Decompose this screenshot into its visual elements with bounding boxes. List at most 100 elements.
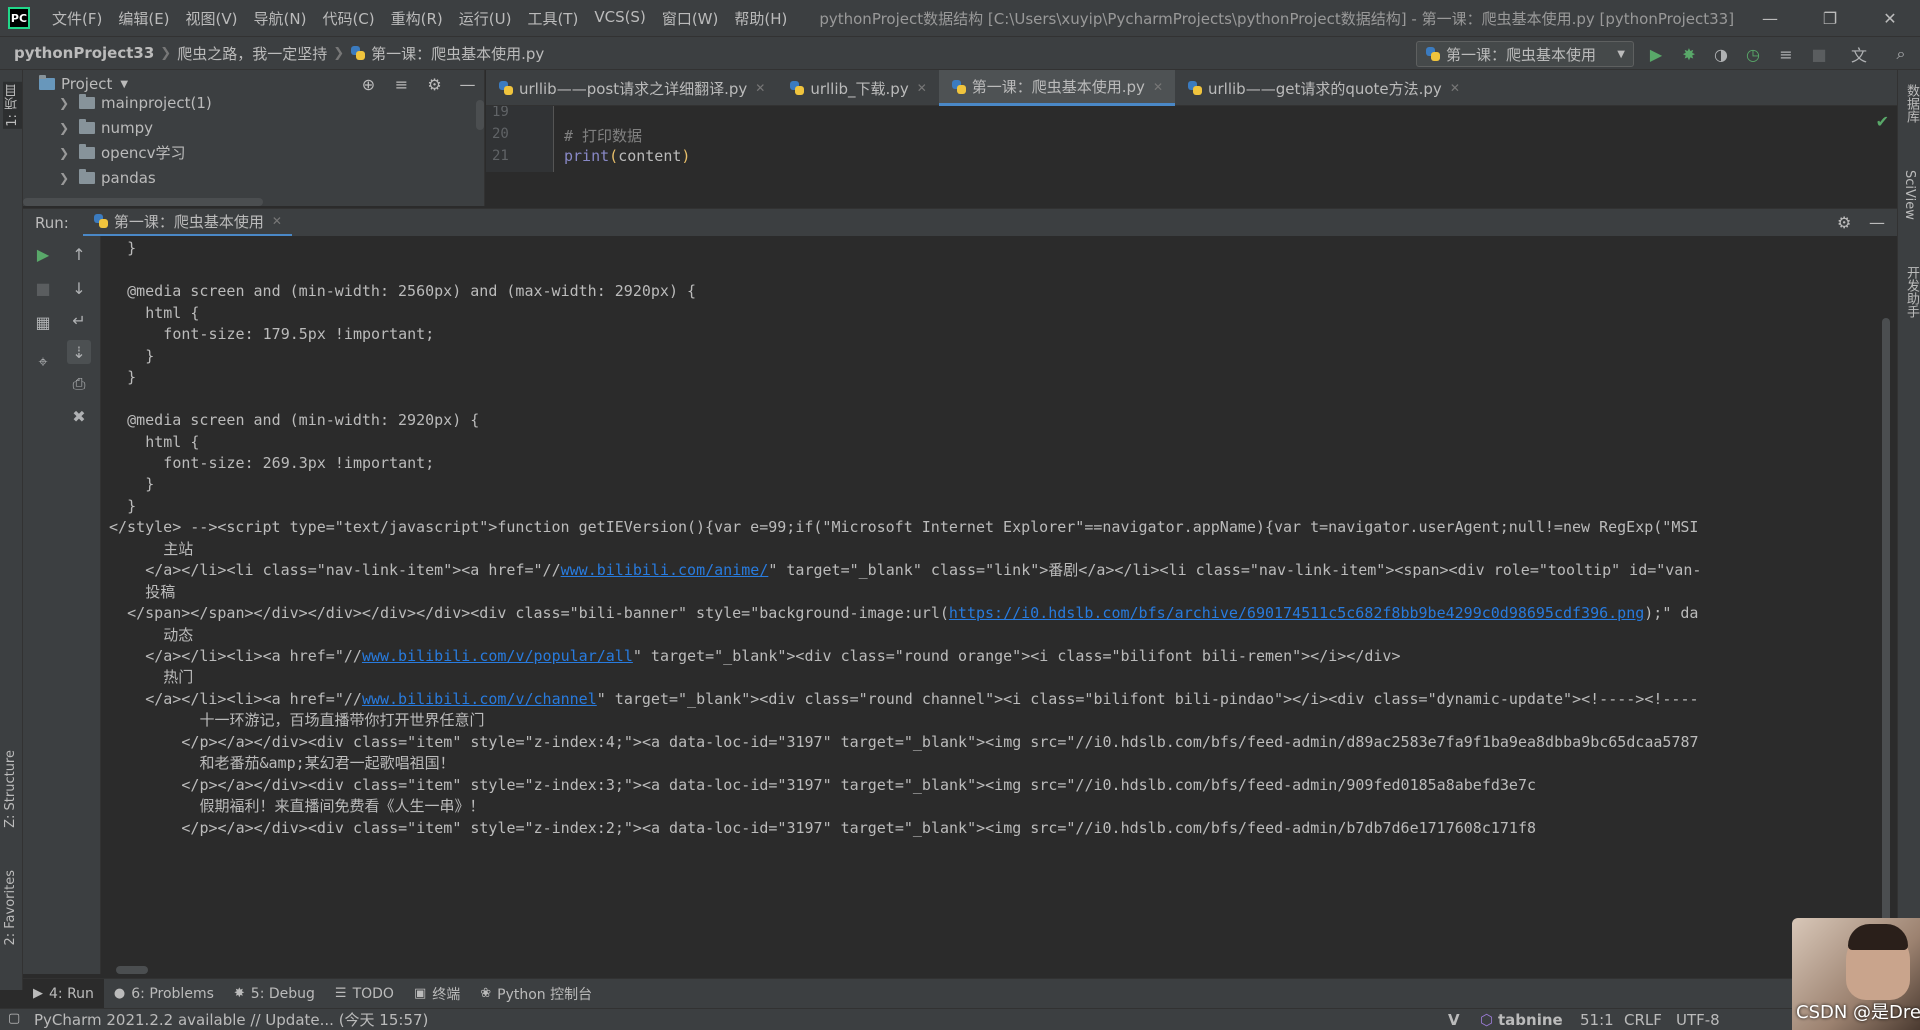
tree-item[interactable]: ❯ opencv学习	[23, 140, 484, 165]
console-line: </a></li><li class="nav-link-item"><a hr…	[145, 557, 1701, 583]
menu-item[interactable]: 视图(V)	[178, 8, 246, 29]
console-vertical-scrollbar[interactable]	[1882, 318, 1890, 974]
project-horizontal-scrollbar[interactable]	[23, 198, 263, 206]
editor-tab[interactable]: urllib_下载.py ✕	[777, 70, 938, 106]
tree-item[interactable]: ❯ pandas	[23, 165, 484, 190]
run-console-output[interactable]: }} @media screen and (min-width: 2560px) …	[101, 236, 1879, 974]
arrow-up-icon[interactable]: ↑	[67, 242, 91, 266]
console-line: </span></span></div></div></div></div><d…	[127, 600, 1698, 626]
status-message[interactable]: PyCharm 2021.2.2 available // Update... …	[34, 1009, 428, 1030]
bottom-tool-tab[interactable]: ▣ 终端	[404, 979, 470, 1009]
menu-item[interactable]: 编辑(E)	[110, 8, 177, 29]
search-icon[interactable]: ⌕	[1890, 43, 1912, 65]
project-panel-title[interactable]: Project	[61, 75, 112, 93]
pin-tab-icon[interactable]: ⌖	[31, 350, 55, 374]
print-icon[interactable]: ⎙	[67, 372, 91, 396]
structure-tool-tab[interactable]: Z: Structure	[3, 750, 18, 828]
console-text: " target="_blank"><div class="round chan…	[596, 689, 1699, 708]
sciview-tool-tab[interactable]: SciView	[1902, 170, 1917, 220]
console-text: </a></li><li><a href="//	[145, 647, 362, 665]
editor-tab[interactable]: 第一课：爬虫基本使用.py ✕	[938, 70, 1175, 106]
arrow-down-icon[interactable]: ↓	[67, 276, 91, 300]
scroll-to-end-icon[interactable]: ⇣	[67, 340, 91, 364]
translate-icon[interactable]: 文	[1848, 43, 1870, 65]
run-tab[interactable]: 第一课：爬虫基本使用 ✕	[82, 209, 292, 237]
bottom-tool-tab[interactable]: ▶ 4: Run	[23, 978, 104, 1009]
soft-wrap-icon[interactable]: ↵	[67, 308, 91, 332]
menu-item[interactable]: 代码(C)	[314, 8, 382, 29]
code-print-line: print(content)	[564, 147, 690, 165]
console-link[interactable]: www.bilibili.com/v/channel	[362, 690, 597, 708]
breadcrumb-project[interactable]: pythonProject33	[14, 44, 154, 62]
gear-icon[interactable]: ⚙	[1837, 213, 1851, 232]
profile-icon[interactable]: ◷	[1742, 43, 1764, 65]
menu-item[interactable]: 帮助(H)	[726, 8, 795, 29]
menu-item[interactable]: 工具(T)	[519, 8, 586, 29]
gear-icon[interactable]: ⚙	[418, 75, 451, 94]
coverage-icon[interactable]: ◑	[1710, 43, 1732, 65]
collapse-all-icon[interactable]: ≡	[385, 75, 418, 94]
inspection-ok-icon[interactable]: ✔	[1876, 112, 1889, 131]
rerun-icon[interactable]: ▶	[31, 242, 55, 266]
close-tab-icon[interactable]: ✕	[1153, 80, 1163, 94]
run-icon[interactable]: ▶	[1645, 43, 1667, 65]
locate-file-icon[interactable]: ⊕	[352, 75, 385, 94]
stop-icon[interactable]: ■	[1808, 43, 1830, 65]
menu-item[interactable]: 文件(F)	[44, 8, 110, 29]
chevron-down-icon[interactable]: ▼	[120, 79, 128, 90]
breadcrumb-folder[interactable]: 爬虫之路，我一定坚持	[177, 43, 327, 64]
database-tool-tab[interactable]: 数据库	[1902, 84, 1920, 123]
console-line: font-size: 179.5px !important;	[163, 325, 435, 344]
caret-position[interactable]: 51:1	[1580, 1011, 1614, 1029]
project-tool-tab[interactable]: 1: 项目	[3, 82, 22, 129]
chevron-right-icon[interactable]: ❯	[59, 121, 79, 135]
chevron-right-icon[interactable]: ❯	[59, 146, 79, 160]
bottom-tool-tab[interactable]: ❀ Python 控制台	[470, 979, 602, 1009]
favorites-tool-tab[interactable]: 2: Favorites	[3, 870, 18, 946]
close-icon[interactable]: ✕	[1860, 0, 1920, 36]
bottom-tool-tab[interactable]: ✸ 5: Debug	[224, 979, 325, 1009]
tabnine-label[interactable]: tabnine	[1498, 1011, 1563, 1029]
menu-item[interactable]: 窗口(W)	[654, 8, 727, 29]
bottom-tool-tab[interactable]: ● 6: Problems	[104, 979, 224, 1009]
menu-item[interactable]: 重构(R)	[383, 8, 451, 29]
restore-icon[interactable]: ❐	[1800, 0, 1860, 36]
bottom-tool-tab[interactable]: ☰ TODO	[325, 979, 404, 1009]
close-tab-icon[interactable]: ✕	[1450, 81, 1460, 95]
console-link[interactable]: https://i0.hdslb.com/bfs/archive/6901745…	[949, 604, 1644, 622]
menu-item[interactable]: VCS(S)	[586, 8, 653, 29]
clear-all-icon[interactable]: ✖	[67, 404, 91, 428]
editor-tab[interactable]: urllib——get请求的quote方法.py ✕	[1175, 70, 1472, 106]
minimize-icon[interactable]: —	[1740, 0, 1800, 36]
hide-panel-icon[interactable]: —	[1869, 213, 1885, 232]
menu-item[interactable]: 导航(N)	[246, 8, 315, 29]
project-vertical-scrollbar[interactable]	[476, 100, 484, 130]
chevron-right-icon[interactable]: ❯	[59, 96, 79, 110]
developer-assistant-tool-tab[interactable]: 开发助手	[1902, 266, 1920, 318]
editor-tab[interactable]: urllib——post请求之详细翻译.py ✕	[486, 70, 777, 106]
run-configuration-selector[interactable]: 第一课：爬虫基本使用 ▼	[1416, 41, 1634, 67]
vim-icon[interactable]: V	[1448, 1011, 1460, 1029]
chevron-right-icon[interactable]: ❯	[59, 171, 79, 185]
console-link[interactable]: www.bilibili.com/v/popular/all	[362, 647, 633, 665]
python-file-icon	[1425, 46, 1441, 62]
run-with-concurrency-icon[interactable]: ≡	[1775, 43, 1797, 65]
restore-layout-icon[interactable]: ▦	[31, 310, 55, 334]
close-tab-icon[interactable]: ✕	[917, 81, 927, 95]
code-editor[interactable]: 19 20 21 # 打印数据 print(content) ✔	[486, 106, 1897, 172]
console-horizontal-scrollbar[interactable]	[116, 966, 148, 974]
close-tab-icon[interactable]: ✕	[272, 214, 282, 228]
todo-icon: ☰	[334, 986, 347, 1001]
file-encoding[interactable]: UTF-8	[1676, 1011, 1720, 1029]
debug-icon[interactable]: ✸	[1678, 43, 1700, 65]
status-layout-icon[interactable]: ▢	[8, 1011, 20, 1026]
hide-panel-icon[interactable]: —	[451, 75, 484, 94]
menu-item[interactable]: 运行(U)	[451, 8, 520, 29]
navigation-bar: pythonProject33 ❯ 爬虫之路，我一定坚持 ❯ 第一课：爬虫基本使…	[0, 36, 1920, 70]
line-separator[interactable]: CRLF	[1624, 1011, 1662, 1029]
breadcrumb-file[interactable]: 第一课：爬虫基本使用.py	[371, 43, 544, 64]
tree-item[interactable]: ❯ numpy	[23, 115, 484, 140]
stop-icon[interactable]: ■	[31, 276, 55, 300]
close-tab-icon[interactable]: ✕	[755, 81, 765, 95]
console-link[interactable]: www.bilibili.com/anime/	[561, 561, 769, 579]
